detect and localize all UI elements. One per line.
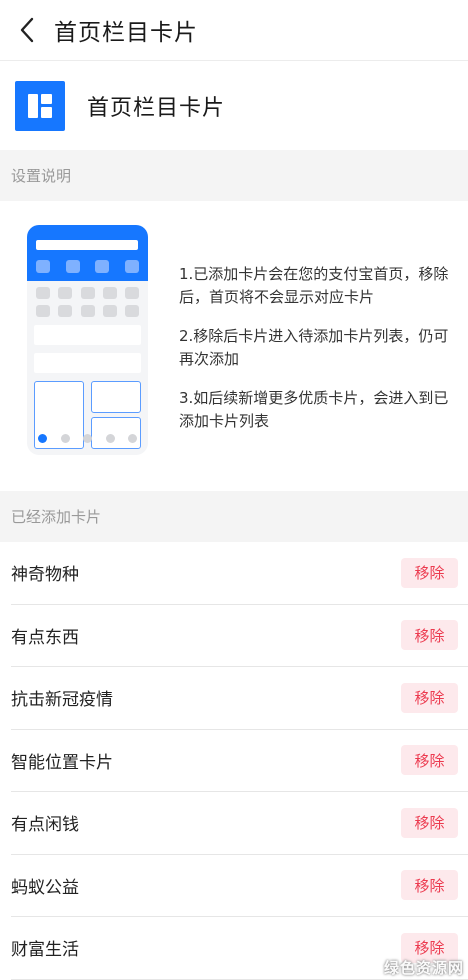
remove-button[interactable]: 移除 bbox=[401, 870, 458, 901]
remove-button[interactable]: 移除 bbox=[401, 620, 458, 651]
list-item: 蚂蚁公益 移除 bbox=[11, 855, 468, 917]
added-section-header: 已经添加卡片 bbox=[0, 491, 468, 542]
list-item: 抗击新冠疫情 移除 bbox=[11, 667, 468, 730]
remove-button[interactable]: 移除 bbox=[401, 557, 458, 588]
remove-button[interactable]: 移除 bbox=[401, 807, 458, 838]
settings-section-header: 设置说明 bbox=[0, 150, 468, 201]
card-header: 首页栏目卡片 bbox=[0, 61, 468, 150]
card-name: 财富生活 bbox=[11, 940, 79, 961]
card-name: 蚂蚁公益 bbox=[11, 877, 79, 898]
card-name: 有点东西 bbox=[11, 627, 79, 648]
settings-description: 1.已添加卡片会在您的支付宝首页，移除后，首页将不会显示对应卡片 2.移除后卡片… bbox=[0, 201, 468, 491]
page-title: 首页栏目卡片 bbox=[54, 20, 198, 46]
settings-line-1: 1.已添加卡片会在您的支付宝首页，移除后，首页将不会显示对应卡片 bbox=[179, 265, 449, 306]
card-name: 神奇物种 bbox=[11, 565, 79, 586]
remove-button[interactable]: 移除 bbox=[401, 745, 458, 776]
list-item: 智能位置卡片 移除 bbox=[11, 730, 468, 792]
phone-preview-illustration bbox=[27, 225, 148, 455]
nav-bar: 首页栏目卡片 bbox=[0, 0, 468, 61]
list-item: 神奇物种 移除 bbox=[11, 542, 468, 605]
list-item: 有点闲钱 移除 bbox=[11, 792, 468, 855]
layout-cards-icon bbox=[15, 80, 65, 131]
header-title: 首页栏目卡片 bbox=[87, 95, 226, 121]
card-name: 抗击新冠疫情 bbox=[11, 690, 113, 711]
added-card-list: 神奇物种 移除 有点东西 移除 抗击新冠疫情 移除 智能位置卡片 移除 有点闲钱… bbox=[0, 542, 468, 980]
remove-button[interactable]: 移除 bbox=[401, 682, 458, 713]
settings-line-3: 3.如后续新增更多优质卡片，会进入到已添加卡片列表 bbox=[179, 389, 449, 430]
back-button[interactable] bbox=[2, 0, 52, 61]
watermark: 绿色资源网 bbox=[383, 959, 464, 977]
list-item: 有点东西 移除 bbox=[11, 605, 468, 667]
card-name: 有点闲钱 bbox=[11, 815, 79, 836]
chevron-left-icon bbox=[20, 17, 34, 43]
settings-line-2: 2.移除后卡片进入待添加卡片列表，仍可再次添加 bbox=[179, 327, 449, 368]
card-name: 智能位置卡片 bbox=[11, 752, 113, 773]
settings-text: 1.已添加卡片会在您的支付宝首页，移除后，首页将不会显示对应卡片 2.移除后卡片… bbox=[179, 263, 461, 449]
